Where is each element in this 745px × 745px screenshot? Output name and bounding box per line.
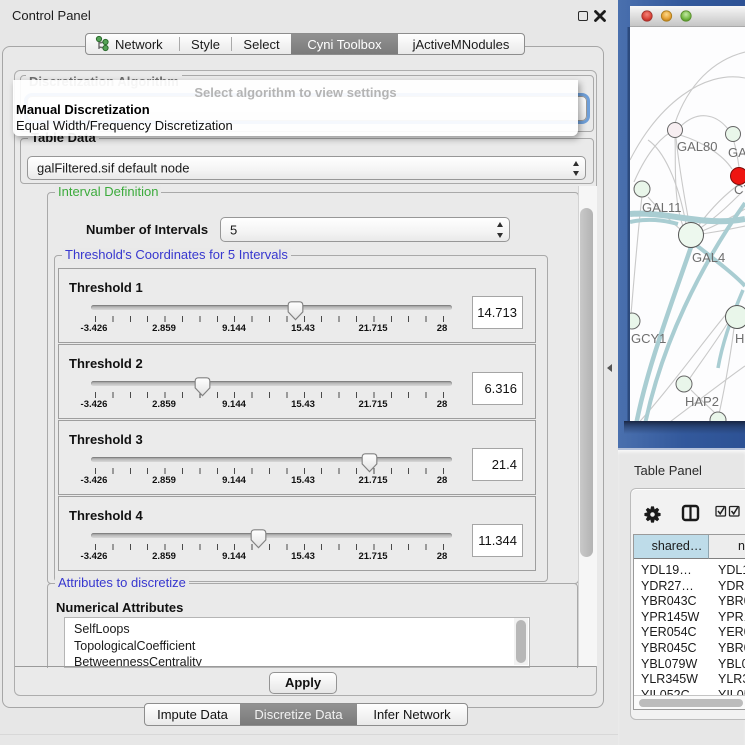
svg-text:GA: GA [728, 145, 745, 160]
svg-text:GAL80: GAL80 [677, 139, 717, 154]
svg-text:HAP2: HAP2 [685, 394, 719, 409]
svg-text:GCY1: GCY1 [631, 331, 666, 346]
svg-text:CY: CY [734, 182, 745, 197]
svg-text:HI: HI [735, 331, 745, 346]
svg-text:GAL11: GAL11 [642, 200, 682, 215]
svg-text:GAL4: GAL4 [692, 250, 725, 265]
